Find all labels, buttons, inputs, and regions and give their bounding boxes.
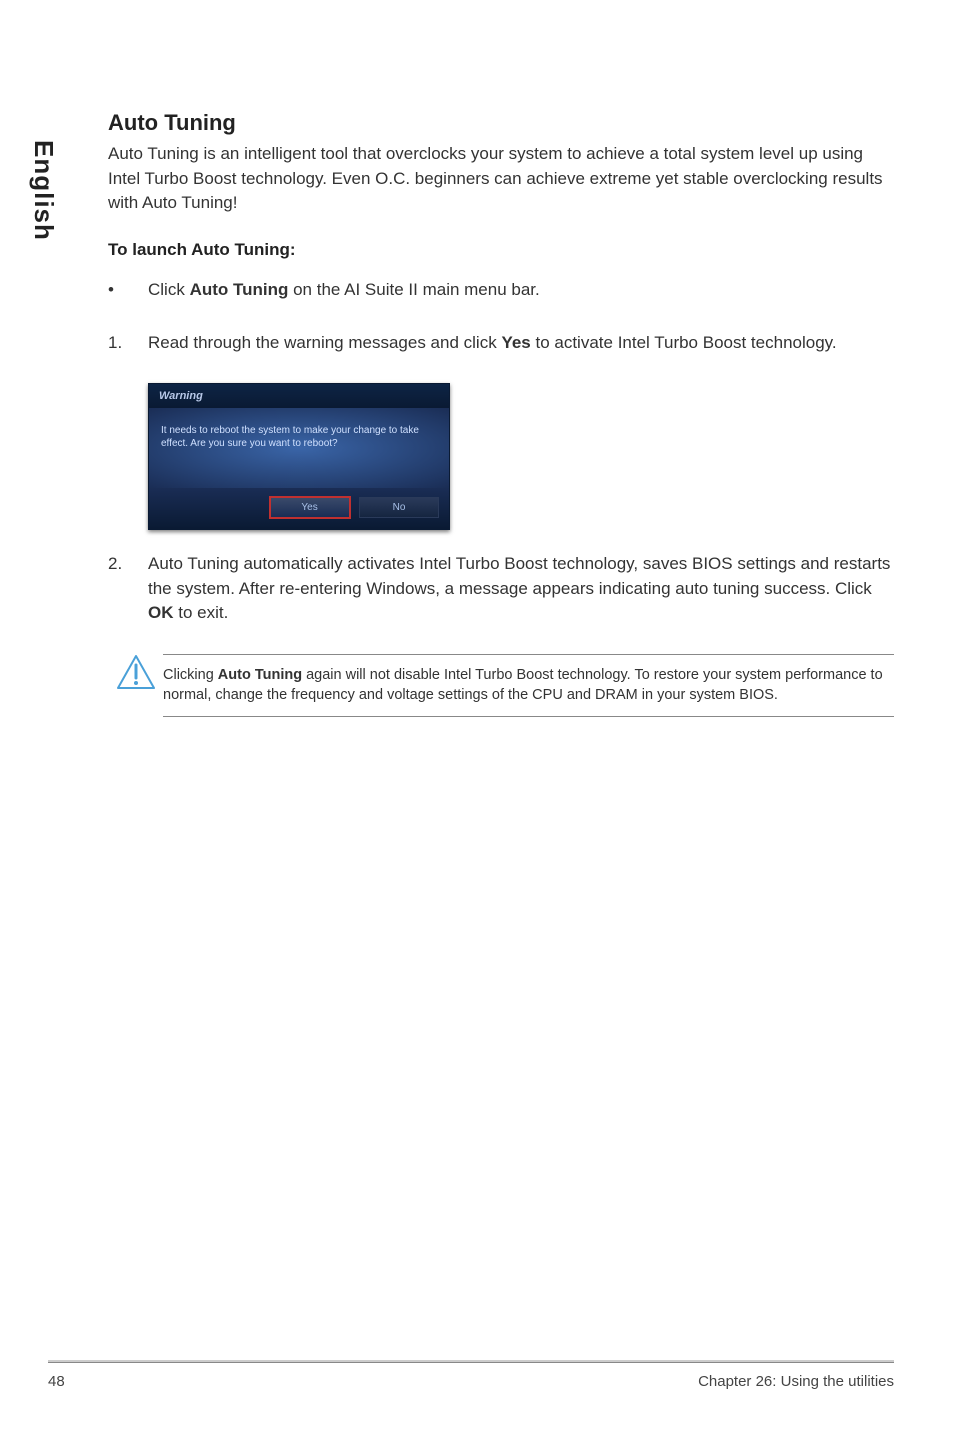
text-bold: Auto Tuning bbox=[218, 667, 302, 683]
text-segment: Clicking bbox=[163, 667, 218, 683]
step-1: 1. Read through the warning messages and… bbox=[108, 331, 894, 356]
chapter-label: Chapter 26: Using the utilities bbox=[698, 1373, 894, 1390]
dialog-no-button: No bbox=[359, 497, 439, 518]
launch-subhead: To launch Auto Tuning: bbox=[108, 240, 894, 260]
text-segment: Click bbox=[148, 280, 190, 299]
dialog-box: Warning It needs to reboot the system to… bbox=[148, 383, 450, 530]
step-text: Read through the warning messages and cl… bbox=[148, 331, 894, 356]
text-bold: Yes bbox=[501, 333, 530, 352]
step-2: 2. Auto Tuning automatically activates I… bbox=[108, 552, 894, 626]
dialog-footer: Yes No bbox=[149, 488, 449, 529]
bullet-text: Click Auto Tuning on the AI Suite II mai… bbox=[148, 278, 894, 303]
dialog-body-text: It needs to reboot the system to make yo… bbox=[149, 408, 449, 488]
text-segment: Read through the warning messages and cl… bbox=[148, 333, 501, 352]
intro-paragraph: Auto Tuning is an intelligent tool that … bbox=[108, 142, 894, 216]
text-segment: Auto Tuning automatically activates Inte… bbox=[148, 554, 890, 598]
warning-icon bbox=[108, 654, 163, 690]
text-segment: to activate bbox=[531, 333, 618, 352]
bullet-marker: • bbox=[108, 278, 148, 303]
text-bold: Auto Tuning bbox=[190, 280, 289, 299]
bullet-item: • Click Auto Tuning on the AI Suite II m… bbox=[108, 278, 894, 303]
page-number: 48 bbox=[48, 1373, 65, 1390]
step-number: 1. bbox=[108, 331, 148, 356]
section-heading: Auto Tuning bbox=[108, 110, 894, 136]
text-bold: OK bbox=[148, 603, 174, 622]
page-footer: 48 Chapter 26: Using the utilities bbox=[48, 1362, 894, 1390]
text-segment: Intel Turbo Boost technology. bbox=[618, 333, 837, 352]
note-block: Clicking Auto Tuning again will not disa… bbox=[108, 654, 894, 717]
dialog-yes-button: Yes bbox=[269, 496, 351, 519]
note-text-wrap: Clicking Auto Tuning again will not disa… bbox=[163, 654, 894, 717]
warning-dialog-screenshot: Warning It needs to reboot the system to… bbox=[148, 383, 894, 530]
dialog-title: Warning bbox=[149, 384, 449, 408]
side-tab-language: English bbox=[28, 140, 59, 241]
main-content: Auto Tuning Auto Tuning is an intelligen… bbox=[108, 110, 894, 717]
step-number: 2. bbox=[108, 552, 148, 626]
note-text: Clicking Auto Tuning again will not disa… bbox=[163, 665, 894, 706]
step-text: Auto Tuning automatically activates Inte… bbox=[148, 552, 894, 626]
text-segment: to exit. bbox=[174, 603, 229, 622]
text-segment: on the AI Suite II main menu bar. bbox=[288, 280, 539, 299]
